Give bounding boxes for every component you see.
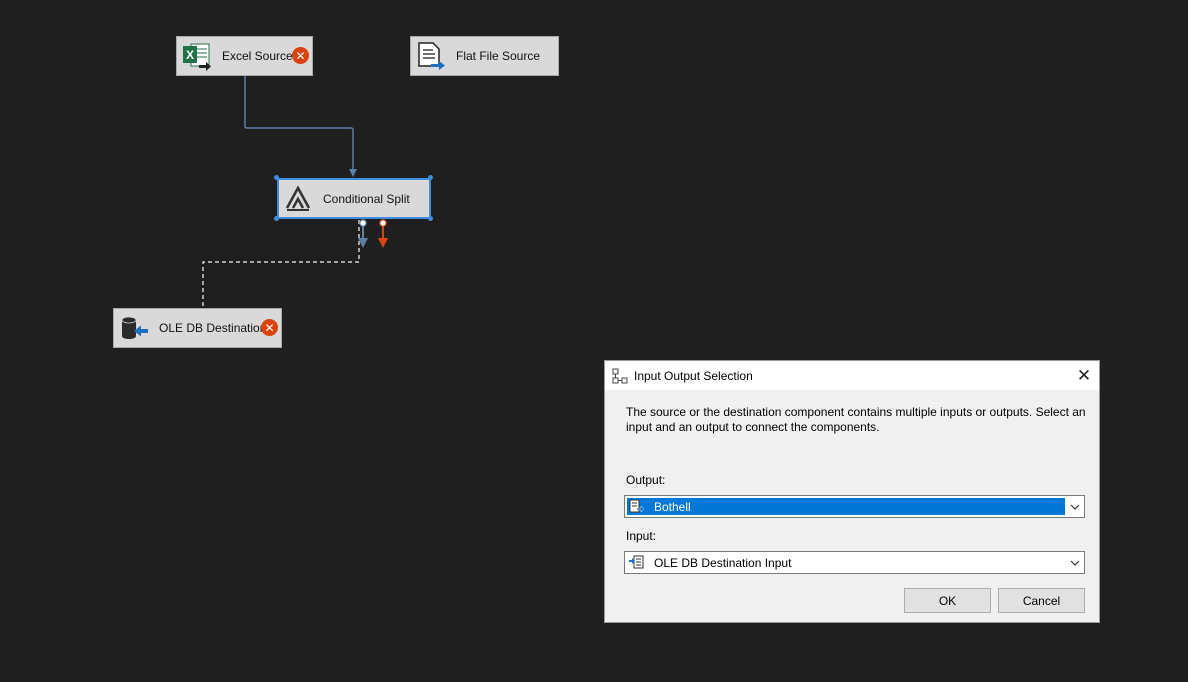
output-value: Bothell bbox=[654, 500, 691, 514]
input-select[interactable]: OLE DB Destination Input bbox=[624, 551, 1085, 574]
dialog-description: The source or the destination component … bbox=[626, 405, 1086, 434]
svg-text:X: X bbox=[186, 48, 194, 62]
chevron-down-icon[interactable] bbox=[1070, 502, 1080, 512]
output-selected-highlight: Bothell bbox=[627, 498, 1065, 515]
input-value: OLE DB Destination Input bbox=[654, 556, 792, 570]
selection-handle-top-right[interactable] bbox=[428, 175, 433, 180]
ole-db-destination-label: OLE DB Destination bbox=[159, 321, 267, 335]
flat-file-source-label: Flat File Source bbox=[456, 49, 541, 63]
ole-db-destination-error-icon: ✕ bbox=[261, 319, 278, 336]
output-label: Output: bbox=[626, 473, 666, 487]
flat-file-source-icon bbox=[418, 42, 445, 70]
error-output-arrow[interactable] bbox=[378, 238, 388, 248]
pending-connection-line bbox=[202, 220, 360, 307]
input-label: Input: bbox=[626, 529, 657, 543]
data-path-arrowhead bbox=[349, 169, 357, 177]
close-icon: ✕ bbox=[1076, 365, 1092, 385]
data-path-excel-to-split[interactable] bbox=[244, 76, 354, 170]
connection-icon bbox=[612, 368, 628, 384]
dialog-title: Input Output Selection bbox=[634, 369, 753, 383]
error-output-connector[interactable] bbox=[379, 219, 387, 227]
conditional-split-icon bbox=[285, 185, 311, 211]
output-select[interactable]: Bothell bbox=[624, 495, 1085, 518]
input-output-selection-dialog: Input Output Selection ✕ The source or t… bbox=[604, 360, 1100, 623]
selection-handle-bottom-left[interactable] bbox=[274, 216, 279, 221]
flat-file-source-node[interactable]: Flat File Source bbox=[410, 36, 559, 76]
output-icon bbox=[629, 499, 645, 513]
ok-button[interactable]: OK bbox=[904, 588, 991, 613]
excel-source-node[interactable]: X Excel Source ✕ bbox=[176, 36, 313, 76]
ole-db-destination-node[interactable]: OLE DB Destination ✕ bbox=[113, 308, 282, 348]
close-button[interactable]: ✕ bbox=[1069, 361, 1099, 390]
excel-source-icon: X bbox=[183, 43, 211, 71]
selection-handle-bottom-right[interactable] bbox=[428, 216, 433, 221]
data-output-connector[interactable] bbox=[359, 219, 367, 227]
excel-source-label: Excel Source bbox=[222, 49, 293, 63]
conditional-split-node[interactable]: Conditional Split bbox=[277, 178, 431, 219]
ole-db-destination-icon bbox=[121, 316, 148, 339]
chevron-down-icon[interactable] bbox=[1070, 558, 1080, 568]
dialog-title-bar[interactable]: Input Output Selection ✕ bbox=[605, 361, 1099, 390]
selection-handle-top-left[interactable] bbox=[274, 175, 279, 180]
conditional-split-label: Conditional Split bbox=[323, 192, 410, 206]
cancel-button[interactable]: Cancel bbox=[998, 588, 1085, 613]
input-icon bbox=[629, 555, 644, 569]
excel-source-error-icon: ✕ bbox=[292, 47, 309, 64]
